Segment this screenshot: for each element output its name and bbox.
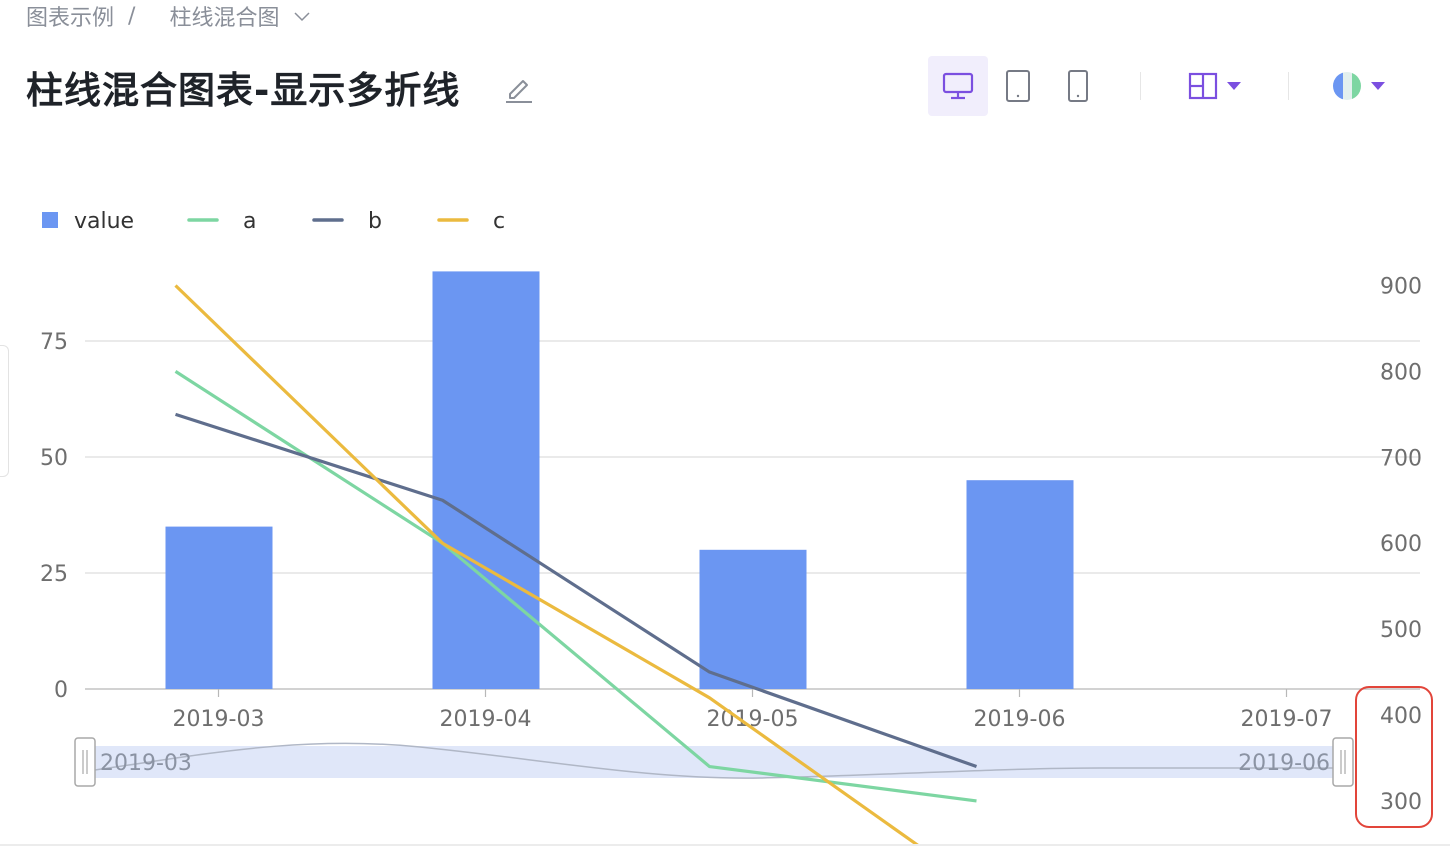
datazoom-end-label: 2019-06 [1238, 751, 1330, 776]
highlight-box [1355, 686, 1433, 828]
bar [432, 271, 540, 689]
x-tick-label: 2019-04 [440, 707, 532, 732]
y-right-tick-label: 900 [1380, 275, 1422, 300]
bar [966, 480, 1074, 689]
x-tick-label: 2019-07 [1241, 707, 1333, 732]
chart: 02550753004005006007008009002019-03 2019-… [40, 209, 1422, 846]
legend-label: value [74, 209, 134, 234]
legend-label: c [493, 209, 505, 234]
y-left-tick-label: 75 [40, 330, 68, 355]
series-line-b [175, 412, 978, 769]
y-left-tick-label: 50 [40, 446, 68, 471]
datazoom-start-label: 2019-03 [100, 751, 192, 776]
x-tick-label: 2019-06 [974, 707, 1066, 732]
bar [165, 526, 273, 689]
legend-label: a [243, 209, 256, 234]
y-right-tick-label: 800 [1380, 360, 1422, 385]
y-right-tick-label: 600 [1380, 532, 1422, 557]
datazoom-window [85, 746, 1343, 778]
datazoom-end-handle[interactable] [1332, 737, 1354, 787]
legend-label: b [368, 209, 382, 234]
y-left-tick-label: 0 [54, 678, 68, 703]
datazoom-start-handle[interactable] [74, 737, 96, 787]
y-right-tick-label: 500 [1380, 618, 1422, 643]
y-left-tick-label: 25 [40, 562, 68, 587]
legend-marker [42, 212, 58, 228]
x-tick-label: 2019-03 [173, 707, 265, 732]
bar [699, 549, 807, 689]
y-right-tick-label: 700 [1380, 446, 1422, 471]
